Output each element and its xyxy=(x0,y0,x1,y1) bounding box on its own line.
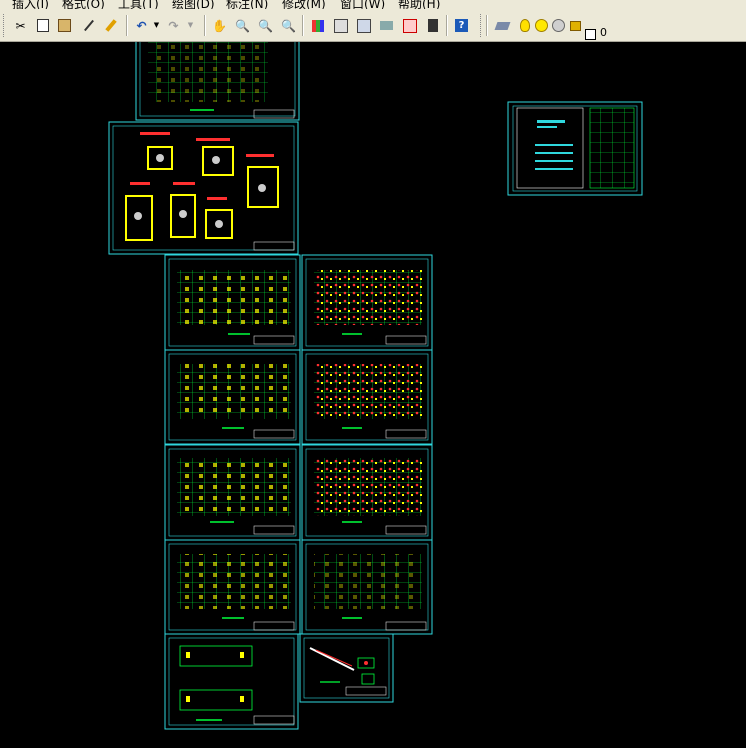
drawing-sheet-section-details[interactable] xyxy=(164,633,299,730)
zoom-window-icon[interactable]: 🔍 xyxy=(257,17,274,34)
layer-color-swatch[interactable] xyxy=(585,29,596,40)
drawing-sheet-floor-plan-1[interactable] xyxy=(164,254,301,351)
help-icon[interactable]: ? xyxy=(453,17,470,34)
layer-freeze-icon[interactable] xyxy=(533,17,550,34)
menu-draw[interactable]: 绘图(D) xyxy=(172,0,215,9)
drawing-sheet-stair-details[interactable] xyxy=(299,633,394,703)
drawing-canvas[interactable] xyxy=(0,42,746,748)
redo-dropdown-icon[interactable]: ▼ xyxy=(186,17,195,34)
drawing-sheet-beam-plan-3[interactable] xyxy=(301,444,433,541)
model-space-drawings xyxy=(108,42,643,730)
paste-icon[interactable] xyxy=(56,17,73,34)
layer-freeze-viewport-icon[interactable] xyxy=(550,17,567,34)
pan-icon[interactable]: ✋ xyxy=(211,17,228,34)
properties-icon[interactable] xyxy=(309,17,326,34)
drawing-sheet-column-details[interactable] xyxy=(108,121,299,255)
zoom-previous-icon[interactable]: 🔍 xyxy=(280,17,297,34)
menu-format[interactable]: 格式(O) xyxy=(62,0,105,9)
menu-tools[interactable]: 工具(T) xyxy=(118,0,159,9)
menu-help[interactable]: 帮助(H) xyxy=(398,0,440,9)
drawing-sheet-floor-plan-3[interactable] xyxy=(164,444,301,541)
layer-lock-icon[interactable] xyxy=(567,17,584,34)
menu-insert[interactable]: 插入(I) xyxy=(12,0,49,9)
layers-toolbar-grip[interactable] xyxy=(480,14,484,37)
zoom-realtime-icon[interactable]: 🔍 xyxy=(234,17,251,34)
sheet-set-icon[interactable] xyxy=(378,17,395,34)
undo-dropdown-icon[interactable]: ▼ xyxy=(152,17,161,34)
standard-toolbar: ✂ ↶ ▼ ↷ ▼ ✋ 🔍 🔍 🔍 ? 0 xyxy=(0,9,746,42)
menu-bar: 插入(I) 格式(O) 工具(T) 绘图(D) 标注(N) 修改(M) 窗口(W… xyxy=(0,0,746,9)
layer-on-icon[interactable] xyxy=(516,17,533,34)
drawing-sheet-index[interactable] xyxy=(507,101,643,196)
drawing-sheet-foundation-plan[interactable] xyxy=(135,42,300,121)
redo-icon[interactable]: ↷ xyxy=(165,17,182,34)
brush-icon[interactable] xyxy=(102,17,119,34)
design-center-icon[interactable] xyxy=(332,17,349,34)
menu-modify[interactable]: 修改(M) xyxy=(282,0,326,9)
toolbar-grip[interactable] xyxy=(3,14,7,37)
layer-manager-icon[interactable] xyxy=(494,17,511,34)
calculator-icon[interactable] xyxy=(424,17,441,34)
cut-icon[interactable]: ✂ xyxy=(12,17,29,34)
markup-icon[interactable] xyxy=(401,17,418,34)
copy-icon[interactable] xyxy=(34,17,51,34)
match-properties-icon[interactable] xyxy=(80,17,97,34)
current-layer-name[interactable]: 0 xyxy=(600,26,607,39)
drawing-sheet-beam-plan-1[interactable] xyxy=(301,254,433,351)
menu-window[interactable]: 窗口(W) xyxy=(340,0,385,9)
drawing-sheet-roof-plan[interactable] xyxy=(301,539,433,635)
drawing-sheet-floor-plan-4[interactable] xyxy=(164,539,301,635)
drawing-sheet-beam-plan-2[interactable] xyxy=(301,349,433,445)
undo-icon[interactable]: ↶ xyxy=(133,17,150,34)
tool-palettes-icon[interactable] xyxy=(355,17,372,34)
menu-dimension[interactable]: 标注(N) xyxy=(226,0,268,9)
drawing-sheet-floor-plan-2[interactable] xyxy=(164,349,301,445)
